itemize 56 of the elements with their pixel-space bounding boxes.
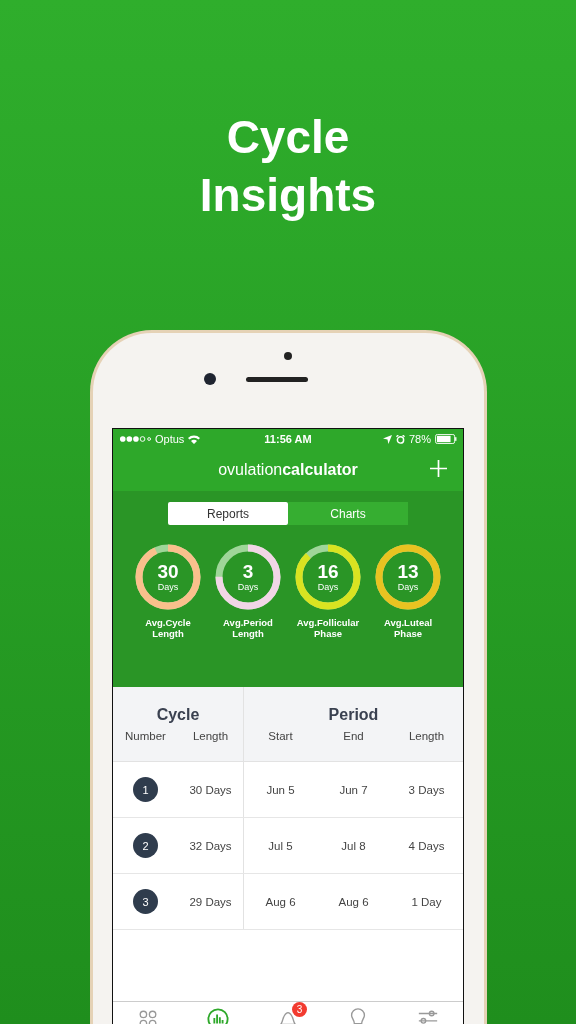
clock-time: 11:56 AM	[264, 433, 312, 445]
segment-tab[interactable]: Charts	[288, 502, 408, 525]
stat-value: 13	[397, 562, 419, 582]
stat-value: 16	[317, 562, 339, 582]
stat-label: Avg.Cycle Length	[144, 617, 192, 639]
table-cell: 32 Days	[189, 839, 232, 852]
table-cell: Aug 6	[265, 895, 296, 908]
add-icon[interactable]	[430, 460, 447, 477]
column-group-header: Cycle	[156, 706, 200, 724]
stat-label: Avg.Luteal Phase	[382, 617, 434, 639]
stat-label: Avg.Period Length	[222, 617, 274, 639]
table-cell: Jun 7	[339, 783, 368, 796]
battery-label: 78%	[408, 433, 431, 445]
app-logo: ovulationcalculator	[218, 461, 358, 479]
cycle-number-badge: 2	[133, 833, 158, 858]
location-icon	[382, 434, 392, 444]
sliders-icon	[417, 1008, 439, 1024]
table-cell: Jun 5	[266, 783, 295, 796]
carrier-label: Optus	[155, 433, 185, 445]
column-header: Length	[407, 730, 446, 742]
column-group-header: Period	[328, 706, 379, 724]
signal-icon	[119, 435, 151, 443]
table-cell: 29 Days	[189, 895, 232, 908]
column-header: Start	[267, 730, 294, 742]
stat-label: Avg.Follicular Phase	[295, 617, 361, 639]
column-header: Length	[191, 730, 230, 742]
stat-value: 30	[157, 562, 179, 582]
cycle-number-badge: 3	[133, 889, 158, 914]
table-cell: 1 Day	[411, 895, 442, 908]
bar-chart-icon	[207, 1008, 229, 1024]
column-header: Number	[124, 730, 167, 742]
tab-bar-item[interactable]: 3	[253, 1002, 323, 1024]
table-cell: Jul 5	[268, 839, 293, 852]
battery-icon	[435, 434, 457, 444]
camera-icon	[204, 373, 216, 385]
sensor-icon	[284, 352, 292, 360]
stat-unit: Days	[157, 582, 179, 592]
notification-badge: 3	[292, 1002, 307, 1017]
stat-unit: Days	[237, 582, 259, 592]
segment-tab[interactable]: Reports	[168, 502, 288, 525]
stat-value: 3	[242, 562, 254, 582]
grid-icon	[137, 1008, 159, 1024]
cycle-number-badge: 1	[133, 777, 158, 802]
table-cell: 3 Days	[408, 783, 445, 796]
column-header: End	[342, 730, 365, 742]
stat-unit: Days	[397, 582, 419, 592]
speaker-icon	[246, 376, 308, 382]
table-cell: Aug 6	[338, 895, 369, 908]
headline: Cycle	[226, 110, 350, 165]
headline: Insights	[199, 168, 377, 223]
table-cell: Jul 8	[341, 839, 366, 852]
table-cell: 4 Days	[408, 839, 445, 852]
wifi-icon	[188, 434, 201, 444]
stat-unit: Days	[317, 582, 339, 592]
alarm-icon	[395, 434, 405, 444]
table-cell: 30 Days	[189, 783, 232, 796]
